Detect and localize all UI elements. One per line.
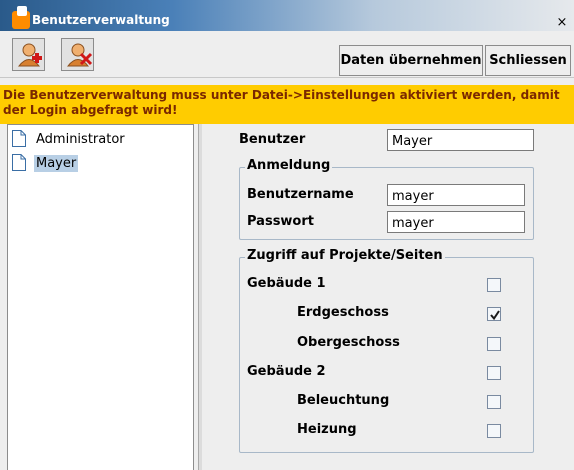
checkbox-beleuchtung[interactable] [487, 395, 501, 409]
tree-item-mayer[interactable]: Mayer [12, 154, 192, 173]
checkbox-gebaeude-2[interactable] [487, 366, 501, 380]
app-icon [12, 6, 30, 29]
remove-user-icon [66, 43, 93, 67]
checkbox-heizung[interactable] [487, 424, 501, 438]
access-label-gebaeude-2: Gebäude 2 [247, 364, 326, 379]
document-icon [12, 154, 26, 171]
checkmark-icon [490, 310, 500, 321]
toolbar: Daten übernehmen Schliessen [0, 31, 574, 78]
add-user-icon [17, 43, 42, 67]
password-label: Passwort [247, 214, 314, 229]
access-group-title: Zugriff auf Projekte/Seiten [245, 248, 445, 263]
access-label-heizung: Heizung [297, 422, 357, 437]
close-button[interactable]: × [555, 16, 569, 30]
checkbox-erdgeschoss[interactable] [487, 307, 501, 321]
username-field[interactable]: mayer [387, 184, 525, 206]
warning-banner: Die Benutzerverwaltung muss unter Datei-… [0, 85, 574, 124]
tree-item-label: Mayer [34, 155, 79, 172]
warning-text: Die Benutzerverwaltung muss unter Datei-… [3, 88, 560, 117]
remove-user-button[interactable] [61, 38, 94, 71]
password-field[interactable]: mayer [387, 211, 525, 233]
access-label-beleuchtung: Beleuchtung [297, 393, 390, 408]
apply-data-button[interactable]: Daten übernehmen [339, 45, 483, 76]
tree-item-administrator[interactable]: Administrator [12, 130, 192, 149]
tree-item-label: Administrator [36, 132, 125, 147]
login-group-title: Anmeldung [245, 158, 333, 173]
add-user-button[interactable] [12, 38, 45, 71]
close-dialog-button[interactable]: Schliessen [485, 45, 571, 76]
user-name-field[interactable]: Mayer [387, 129, 534, 151]
access-label-obergeschoss: Obergeschoss [297, 335, 400, 350]
document-icon [12, 130, 26, 147]
window-title: Benutzerverwaltung [32, 13, 170, 27]
title-bar[interactable]: Benutzerverwaltung × [0, 0, 574, 31]
checkbox-obergeschoss[interactable] [487, 337, 501, 351]
user-label: Benutzer [239, 132, 306, 147]
user-details-form: Benutzer Mayer Anmeldung Benutzername ma… [202, 124, 574, 470]
access-label-erdgeschoss: Erdgeschoss [297, 305, 389, 320]
checkbox-gebaeude-1[interactable] [487, 278, 501, 292]
username-label: Benutzername [247, 187, 354, 202]
access-label-gebaeude-1: Gebäude 1 [247, 276, 326, 291]
user-tree[interactable]: Administrator Mayer [7, 124, 194, 470]
